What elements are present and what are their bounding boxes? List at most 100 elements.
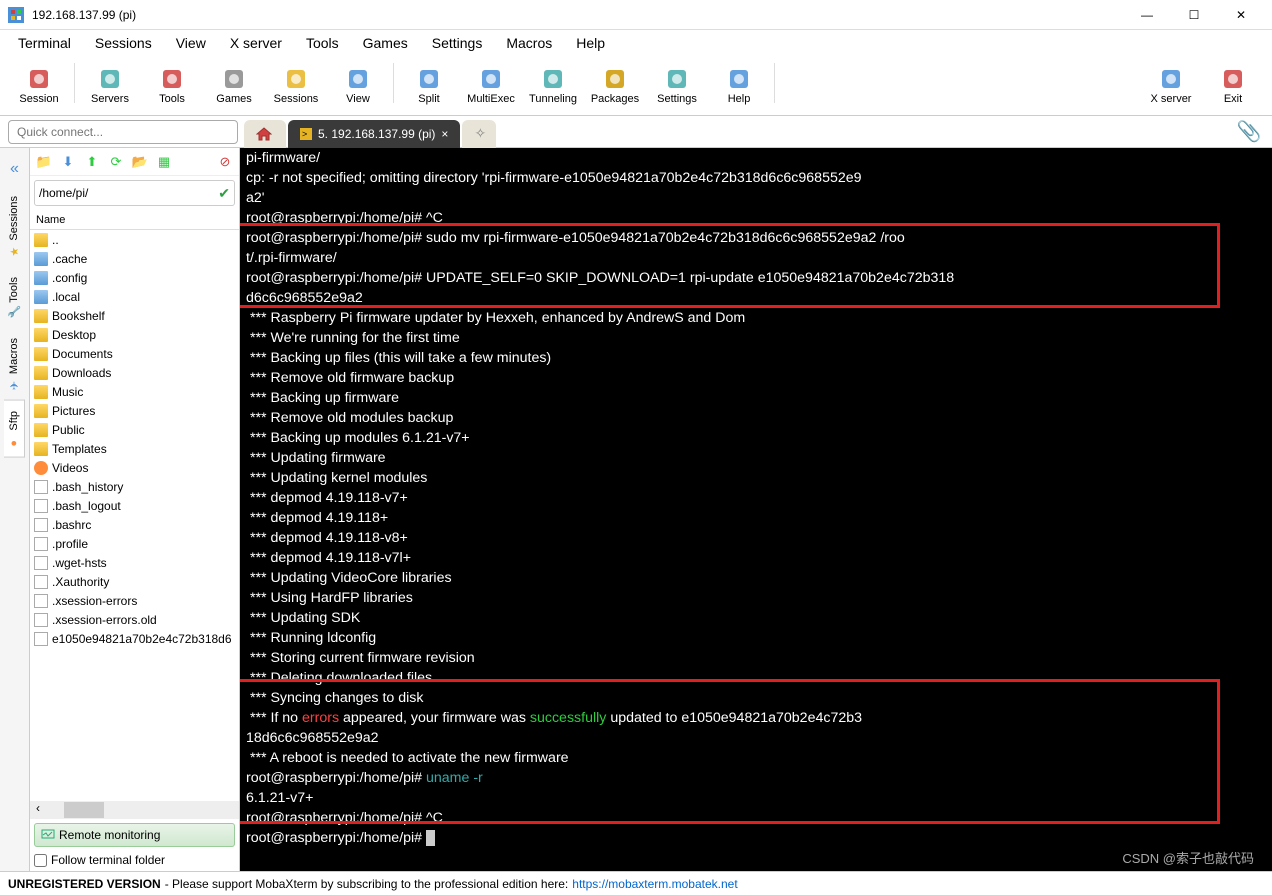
attachment-icon[interactable]: 📎 <box>1234 119 1264 144</box>
toolbar-tools[interactable]: Tools <box>141 63 203 109</box>
sftp-item[interactable]: Downloads <box>30 363 239 382</box>
title-bar: 192.168.137.99 (pi) — ☐ ✕ <box>0 0 1272 30</box>
side-tab-macros[interactable]: ✈Macros <box>4 328 24 400</box>
minimize-button[interactable]: — <box>1124 0 1170 30</box>
sftp-upload-icon[interactable]: ⬆ <box>82 152 102 172</box>
sftp-item[interactable]: .Xauthority <box>30 572 239 591</box>
menu-games[interactable]: Games <box>353 32 418 54</box>
quick-connect-row: > 5. 192.168.137.99 (pi) × ✧ 📎 <box>0 116 1272 148</box>
remote-monitoring-button[interactable]: Remote monitoring <box>34 823 235 847</box>
sftp-item[interactable]: Templates <box>30 439 239 458</box>
menu-terminal[interactable]: Terminal <box>8 32 81 54</box>
tab-new[interactable]: ✧ <box>462 120 496 148</box>
sftp-newfile-icon[interactable]: ▦ <box>154 152 174 172</box>
toolbar-help[interactable]: Help <box>708 63 770 109</box>
sftp-item[interactable]: .config <box>30 268 239 287</box>
sftp-item[interactable]: .bash_logout <box>30 496 239 515</box>
sftp-item[interactable]: .local <box>30 287 239 306</box>
status-bar: UNREGISTERED VERSION - Please support Mo… <box>0 871 1272 895</box>
menu-view[interactable]: View <box>166 32 216 54</box>
terminal-line: *** We're running for the first time <box>246 328 1266 348</box>
sftp-item[interactable]: .xsession-errors.old <box>30 610 239 629</box>
sftp-item[interactable]: .xsession-errors <box>30 591 239 610</box>
folder-icon <box>34 423 48 437</box>
sftp-item[interactable]: Documents <box>30 344 239 363</box>
sftp-item[interactable]: Videos <box>30 458 239 477</box>
sftp-item[interactable]: Desktop <box>30 325 239 344</box>
toolbar-tunneling[interactable]: Tunneling <box>522 63 584 109</box>
tab-strip: > 5. 192.168.137.99 (pi) × ✧ <box>244 116 1234 148</box>
terminal-line: t/.rpi-firmware/ <box>246 248 1266 268</box>
side-tab-tools[interactable]: 🔧Tools <box>4 267 24 329</box>
sftp-item[interactable]: e1050e94821a70b2e4c72b318d6 <box>30 629 239 648</box>
toolbar-multiexec[interactable]: MultiExec <box>460 63 522 109</box>
menu-sessions[interactable]: Sessions <box>85 32 162 54</box>
sftp-folder-icon[interactable]: 📁 <box>34 152 54 172</box>
menu-help[interactable]: Help <box>566 32 615 54</box>
tab-session-active[interactable]: > 5. 192.168.137.99 (pi) × <box>288 120 460 148</box>
terminal-line: *** Updating SDK <box>246 608 1266 628</box>
folder-icon <box>34 328 48 342</box>
maximize-button[interactable]: ☐ <box>1171 0 1217 30</box>
terminal-line: *** depmod 4.19.118-v8+ <box>246 528 1266 548</box>
sftp-item[interactable]: .profile <box>30 534 239 553</box>
toolbar-sessions[interactable]: Sessions <box>265 63 327 109</box>
sftp-download-icon[interactable]: ⬇ <box>58 152 78 172</box>
sftp-toolbar: 📁 ⬇ ⬆ ⟳ 📂 ▦ ⊘ <box>30 148 239 176</box>
toolbar-session[interactable]: Session <box>8 63 70 109</box>
x server-icon <box>1159 67 1183 91</box>
menu-macros[interactable]: Macros <box>496 32 562 54</box>
menu-tools[interactable]: Tools <box>296 32 349 54</box>
sftp-item[interactable]: .. <box>30 230 239 249</box>
sftp-delete-icon[interactable]: ⊘ <box>215 152 235 172</box>
packages-icon <box>603 67 627 91</box>
sftp-item[interactable]: .bashrc <box>30 515 239 534</box>
follow-terminal-row[interactable]: Follow terminal folder <box>34 853 235 867</box>
sftp-item[interactable]: .wget-hsts <box>30 553 239 572</box>
toolbar-split[interactable]: Split <box>398 63 460 109</box>
sftp-h-scrollbar[interactable]: ‹ <box>30 801 239 819</box>
sftp-item[interactable]: Public <box>30 420 239 439</box>
sftp-refresh-icon[interactable]: ⟳ <box>106 152 126 172</box>
tab-home[interactable] <box>244 120 286 148</box>
tab-label: 5. 192.168.137.99 (pi) <box>318 127 435 141</box>
close-button[interactable]: ✕ <box>1218 0 1264 30</box>
side-tab-sftp[interactable]: ●Sftp <box>4 400 25 458</box>
toolbar-settings[interactable]: Settings <box>646 63 708 109</box>
terminal-line: *** depmod 4.19.118-v7+ <box>246 488 1266 508</box>
sftp-item[interactable]: .bash_history <box>30 477 239 496</box>
sftp-item[interactable]: Bookshelf <box>30 306 239 325</box>
macros-icon: ✈ <box>8 378 20 390</box>
menu-settings[interactable]: Settings <box>422 32 493 54</box>
quick-connect-input[interactable] <box>8 120 238 144</box>
tools-icon: 🔧 <box>8 306 20 318</box>
toolbar-view[interactable]: View <box>327 63 389 109</box>
terminal-line: *** Updating firmware <box>246 448 1266 468</box>
tab-close-icon[interactable]: × <box>441 127 448 141</box>
status-link[interactable]: https://mobaxterm.mobatek.net <box>572 877 737 891</box>
toolbar-exit[interactable]: Exit <box>1202 63 1264 109</box>
terminal-line: *** Remove old firmware backup <box>246 368 1266 388</box>
scroll-left-icon[interactable]: ‹ <box>30 801 46 819</box>
menu-x-server[interactable]: X server <box>220 32 292 54</box>
terminal-pane[interactable]: pi-firmware/cp: -r not specified; omitti… <box>240 148 1272 871</box>
sftp-path-input[interactable] <box>39 186 218 200</box>
collapse-sidebar-icon[interactable]: « <box>6 156 23 182</box>
tools-icon <box>160 67 184 91</box>
follow-terminal-checkbox[interactable] <box>34 854 47 867</box>
terminal-line: 6.1.21-v7+ <box>246 788 1266 808</box>
sftp-column-header[interactable]: Name <box>30 210 239 230</box>
side-tab-sessions[interactable]: ★Sessions <box>4 186 24 267</box>
file-icon <box>34 613 48 627</box>
sftp-item[interactable]: .cache <box>30 249 239 268</box>
terminal-line: *** Backing up files (this will take a f… <box>246 348 1266 368</box>
unregistered-label: UNREGISTERED VERSION <box>8 877 161 891</box>
toolbar-packages[interactable]: Packages <box>584 63 646 109</box>
toolbar-x-server[interactable]: X server <box>1140 63 1202 109</box>
toolbar-games[interactable]: Games <box>203 63 265 109</box>
terminal-line: *** Backing up modules 6.1.21-v7+ <box>246 428 1266 448</box>
toolbar-servers[interactable]: Servers <box>79 63 141 109</box>
sftp-newfolder-icon[interactable]: 📂 <box>130 152 150 172</box>
sftp-item[interactable]: Pictures <box>30 401 239 420</box>
sftp-item[interactable]: Music <box>30 382 239 401</box>
